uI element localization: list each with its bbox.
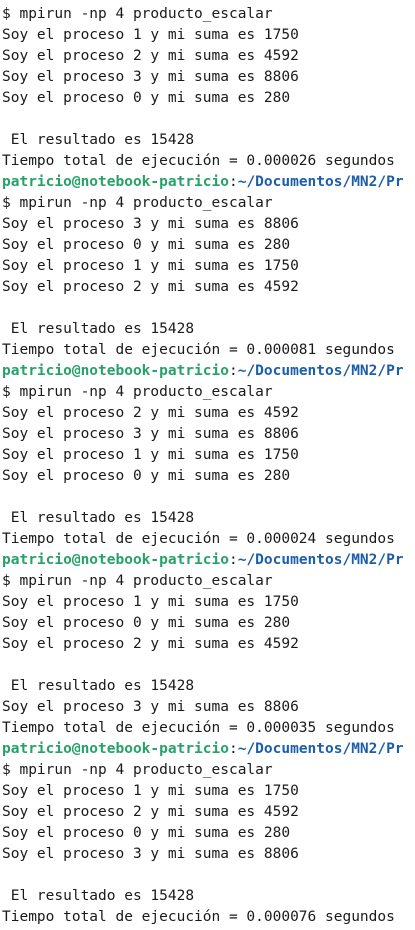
terminal-line: Tiempo total de ejecución = 0.000026 seg… <box>2 153 395 169</box>
prompt-separator: : <box>228 552 238 568</box>
terminal-line: El resultado es 15428 <box>2 321 195 337</box>
shell-prompt-line: patricio@notebook-patricio:~/Documentos/… <box>0 172 415 193</box>
prompt-path: ~/Documentos/MN2/Pr <box>237 552 404 568</box>
shell-prompt-line: patricio@notebook-patricio:~/Documentos/… <box>0 361 415 382</box>
terminal-line: El resultado es 15428 <box>2 132 195 148</box>
terminal-line: Soy el proceso 3 y mi suma es 8806 <box>2 426 299 442</box>
prompt-user-host: patricio@notebook-patricio <box>2 552 229 568</box>
terminal-line: Soy el proceso 3 y mi suma es 8806 <box>2 846 299 862</box>
terminal-line: Soy el proceso 2 y mi suma es 4592 <box>2 405 299 421</box>
terminal-line: Soy el proceso 1 y mi suma es 1750 <box>2 447 299 463</box>
terminal-line: Soy el proceso 0 y mi suma es 280 <box>2 237 291 253</box>
terminal-line: Tiempo total de ejecución = 0.000081 seg… <box>2 342 395 358</box>
terminal-line: $ mpirun -np 4 producto_escalar <box>2 762 273 778</box>
terminal-line: Soy el proceso 1 y mi suma es 1750 <box>2 27 299 43</box>
prompt-separator: : <box>228 363 238 379</box>
prompt-user-host: patricio@notebook-patricio <box>2 174 229 190</box>
terminal-line: Soy el proceso 1 y mi suma es 1750 <box>2 594 299 610</box>
prompt-path: ~/Documentos/MN2/Pr <box>237 363 404 379</box>
terminal-line: Soy el proceso 0 y mi suma es 280 <box>2 90 291 106</box>
shell-prompt-line: patricio@notebook-patricio:~/Documentos/… <box>0 739 415 760</box>
prompt-separator: : <box>228 174 238 190</box>
terminal-line: Tiempo total de ejecución = 0.000035 seg… <box>2 720 395 736</box>
terminal-line: $ mpirun -np 4 producto_escalar <box>2 573 273 589</box>
prompt-user-host: patricio@notebook-patricio <box>2 741 229 757</box>
terminal-line: Soy el proceso 2 y mi suma es 4592 <box>2 48 299 64</box>
terminal-line: Soy el proceso 3 y mi suma es 8806 <box>2 69 299 85</box>
terminal-line: Soy el proceso 3 y mi suma es 8806 <box>2 216 299 232</box>
shell-prompt-line: patricio@notebook-patricio:~/Documentos/… <box>0 550 415 571</box>
terminal-line: Soy el proceso 3 y mi suma es 8806 <box>2 699 299 715</box>
terminal-line: El resultado es 15428 <box>2 678 195 694</box>
terminal-line: $ mpirun -np 4 producto_escalar <box>2 6 273 22</box>
prompt-separator: : <box>228 741 238 757</box>
prompt-path: ~/Documentos/MN2/Pr <box>237 174 404 190</box>
terminal-output[interactable]: $ mpirun -np 4 producto_escalar Soy el pr… <box>0 0 415 930</box>
terminal-line: Soy el proceso 2 y mi suma es 4592 <box>2 636 299 652</box>
terminal-line: Soy el proceso 0 y mi suma es 280 <box>2 468 291 484</box>
prompt-user-host: patricio@notebook-patricio <box>2 363 229 379</box>
terminal-line: $ mpirun -np 4 producto_escalar <box>2 384 273 400</box>
terminal-line: El resultado es 15428 <box>2 510 195 526</box>
terminal-line: $ mpirun -np 4 producto_escalar <box>2 195 273 211</box>
terminal-line: Soy el proceso 0 y mi suma es 280 <box>2 825 291 841</box>
terminal-line: Soy el proceso 2 y mi suma es 4592 <box>2 804 299 820</box>
terminal-line: Soy el proceso 0 y mi suma es 280 <box>2 615 291 631</box>
terminal-line: Tiempo total de ejecución = 0.000024 seg… <box>2 531 395 547</box>
terminal-line: Tiempo total de ejecución = 0.000076 seg… <box>2 909 395 925</box>
terminal-line: Soy el proceso 1 y mi suma es 1750 <box>2 783 299 799</box>
terminal-line: Soy el proceso 1 y mi suma es 1750 <box>2 258 299 274</box>
prompt-path: ~/Documentos/MN2/Pr <box>237 741 404 757</box>
terminal-line: Soy el proceso 2 y mi suma es 4592 <box>2 279 299 295</box>
terminal-line: El resultado es 15428 <box>2 888 195 904</box>
